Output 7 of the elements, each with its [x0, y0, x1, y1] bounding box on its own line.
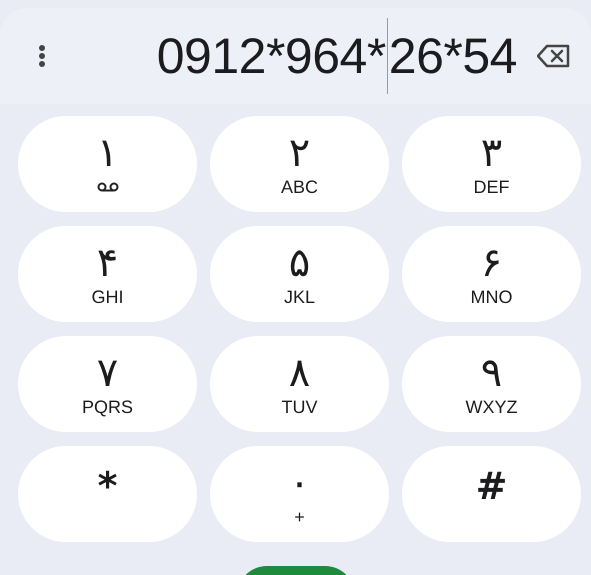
voicemail-icon [96, 182, 118, 192]
dial-key[interactable]: ۰ + [210, 446, 389, 542]
more-options-icon[interactable] [38, 44, 46, 68]
dial-key[interactable]: # [402, 446, 581, 542]
backspace-icon[interactable] [537, 44, 571, 68]
dial-key[interactable]: * [18, 446, 197, 542]
dial-key[interactable]: ١ [18, 116, 197, 212]
